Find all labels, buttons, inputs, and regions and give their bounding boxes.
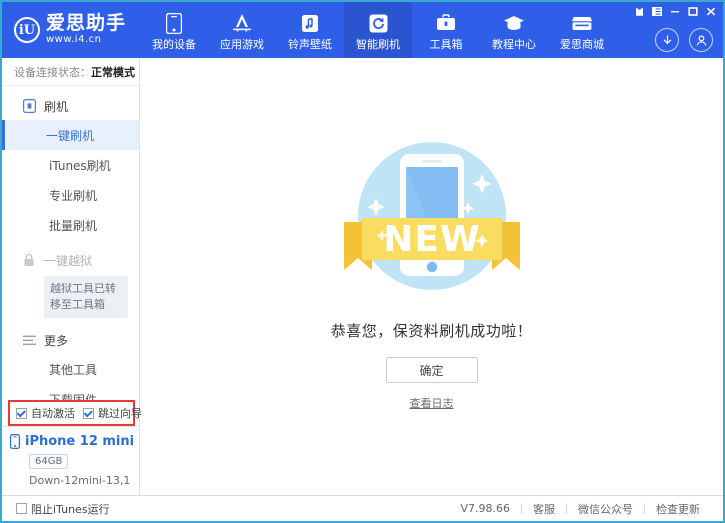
sidebar-item-download-firmware[interactable]: 下载固件 [2,384,139,400]
sidebar-item-label: 下载固件 [49,391,97,401]
nav-item-ringtones-wallpaper[interactable]: 铃声壁纸 [276,2,344,58]
nav-label: 应用游戏 [220,39,264,50]
connection-status: 设备连接状态：正常模式 [2,58,139,86]
device-name: iPhone 12 mini [25,434,134,449]
sidebar-item-label: iTunes刷机 [49,157,111,174]
sidebar-item-pro-flash[interactable]: 专业刷机 [2,180,139,210]
brand-name: 爱思助手 [46,14,126,34]
check-update-link[interactable]: 检查更新 [645,501,711,517]
app-header: iU 爱思助手 www.i4.cn 我的设备 应用游戏 [2,2,723,58]
sidebar-item-itunes-flash[interactable]: iTunes刷机 [2,150,139,180]
close-icon[interactable] [703,4,719,19]
minimize-icon[interactable] [667,4,683,19]
download-icon[interactable] [655,28,679,52]
support-link[interactable]: 客服 [522,501,566,517]
option-label: 跳过向导 [98,405,142,421]
brand-text: 爱思助手 www.i4.cn [46,14,126,45]
sidebar-item-other-tools[interactable]: 其他工具 [2,354,139,384]
block-itunes-label: 阻止iTunes运行 [31,501,110,517]
nav-item-tutorial-center[interactable]: 教程中心 [480,2,548,58]
app-body: 设备连接状态：正常模式 刷机 一键刷机 iTunes刷机 专业刷机 [2,58,723,495]
connected-device-card[interactable]: iPhone 12 mini 64GB Down-12mini-13,1 [2,426,139,495]
user-icon[interactable] [689,28,713,52]
list-icon [22,333,36,347]
jailbreak-moved-tooltip: 越狱工具已转移至工具箱 [44,276,128,318]
logo-mark-icon: iU [14,17,40,43]
flash-device-icon [22,99,36,113]
success-message: 恭喜您，保资料刷机成功啦！ [331,320,533,341]
confirm-button[interactable]: 确定 [386,357,478,383]
window-controls [631,4,719,19]
nav-label: 教程中心 [492,39,536,50]
nav-label: 爱思商城 [560,39,604,50]
view-log-link[interactable]: 查看日志 [410,395,454,411]
sidebar-scroll: 刷机 一键刷机 iTunes刷机 专业刷机 批量刷机 [2,86,139,400]
option-auto-activate[interactable]: 自动激活 [16,405,75,421]
status-bar-links: V7.98.66 客服 微信公众号 检查更新 [449,501,723,517]
checkbox-icon[interactable] [16,408,27,419]
nav-label: 工具箱 [430,39,463,50]
nav-item-smart-flash[interactable]: 智能刷机 [344,2,412,58]
nav-item-store[interactable]: 爱思商城 [548,2,616,58]
lock-icon [22,253,36,267]
nav-item-apps-games[interactable]: 应用游戏 [208,2,276,58]
checkbox-icon[interactable] [16,503,27,514]
header-actions [655,28,713,52]
device-capacity-badge: 64GB [29,454,68,469]
appstore-icon [231,12,253,34]
sidebar-group-label: 一键越狱 [44,252,92,269]
sidebar-item-batch-flash[interactable]: 批量刷机 [2,210,139,240]
sidebar-group-label: 更多 [44,332,68,349]
graduation-icon [503,12,525,34]
sidebar-group-label: 刷机 [44,98,68,115]
version-label: V7.98.66 [449,502,521,515]
sidebar-group-more[interactable]: 更多 [2,326,139,354]
nav-label: 智能刷机 [356,39,400,50]
flash-options-highlight: 自动激活 跳过向导 [8,400,135,426]
new-phone-badge-illustration: NEW [332,130,532,310]
status-bar: 阻止iTunes运行 V7.98.66 客服 微信公众号 检查更新 [2,495,723,521]
sidebar: 设备连接状态：正常模式 刷机 一键刷机 iTunes刷机 专业刷机 [2,58,140,495]
nav-item-toolbox[interactable]: 工具箱 [412,2,480,58]
connection-status-value: 正常模式 [91,64,135,80]
shop-icon [571,12,593,34]
main-content: NEW 恭喜您，保资料刷机成功啦！ 确定 查看日志 [140,58,723,495]
sidebar-item-one-key-flash[interactable]: 一键刷机 [2,120,139,150]
sidebar-bottom: 自动激活 跳过向导 iPhone 12 mini 64GB [2,400,139,495]
nav-label: 铃声壁纸 [288,39,332,50]
device-icon [163,12,185,34]
sidebar-item-label: 专业刷机 [49,187,97,204]
brand-url: www.i4.cn [46,35,126,46]
svg-text:NEW: NEW [383,219,480,260]
skin-icon[interactable] [631,4,647,19]
sidebar-item-label: 一键刷机 [46,127,94,144]
brand-logo[interactable]: iU 爱思助手 www.i4.cn [2,2,140,58]
wechat-link[interactable]: 微信公众号 [567,501,644,517]
nav-item-my-device[interactable]: 我的设备 [140,2,208,58]
sidebar-item-label: 批量刷机 [49,217,97,234]
block-itunes-option[interactable]: 阻止iTunes运行 [2,501,140,517]
menu-icon[interactable] [649,4,665,19]
nav-label: 我的设备 [152,39,196,50]
device-name-row: iPhone 12 mini [10,434,139,449]
toolbox-icon [435,12,457,34]
refresh-icon [367,12,389,34]
device-model: Down-12mini-13,1 [29,474,139,487]
option-label: 自动激活 [31,405,75,421]
connection-status-label: 设备连接状态： [14,64,91,80]
music-icon [299,12,321,34]
checkbox-icon[interactable] [83,408,94,419]
sidebar-item-label: 其他工具 [49,361,97,378]
sidebar-group-jailbreak: 一键越狱 [2,246,139,274]
sidebar-group-flash[interactable]: 刷机 [2,92,139,120]
app-window: iU 爱思助手 www.i4.cn 我的设备 应用游戏 [0,0,725,523]
maximize-icon[interactable] [685,4,701,19]
phone-icon [10,434,20,449]
option-skip-wizard[interactable]: 跳过向导 [83,405,142,421]
